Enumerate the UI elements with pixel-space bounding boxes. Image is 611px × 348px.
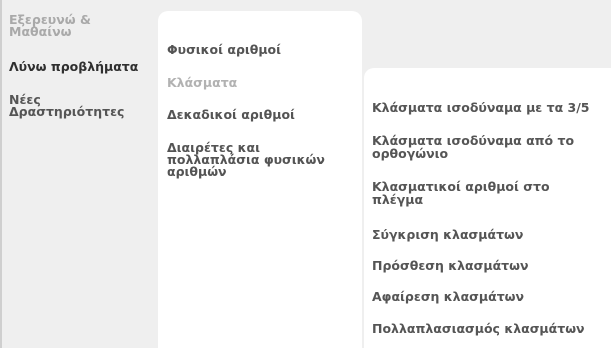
topic-decimal-numbers[interactable]: Δεκαδικοί αριθμοί [167,108,357,121]
activity-subtract-fractions[interactable]: Αφαίρεση κλασμάτων [372,290,608,303]
activity-compare-fractions[interactable]: Σύγκριση κλασμάτων [372,228,608,241]
main-nav: Εξερευνώ & Μαθαίνω Λύνω προβλήματα Νέες … [0,0,165,348]
activity-multiply-fractions[interactable]: Πολλαπλασιασμός κλασμάτων [372,322,608,335]
activity-equivalent-3-5[interactable]: Κλάσματα ισοδύναμα με τα 3/5 [372,101,608,114]
activities-panel: Κλάσματα ισοδύναμα με τα 3/5 Κλάσματα ισ… [364,68,611,348]
topic-natural-numbers[interactable]: Φυσικοί αριθμοί [167,43,357,56]
topic-divisors-multiples[interactable]: Διαιρέτες και πολλαπλάσια φυσικών αριθμώ… [167,141,347,178]
activity-fractions-grid[interactable]: Κλασματικοί αριθμοί στο πλέγμα [372,180,587,206]
nav-item-solve-problems[interactable]: Λύνω προβλήματα [9,60,159,73]
nav-item-new-activities[interactable]: Νέες Δραστηριότητες [9,93,159,118]
activity-equivalent-rectangle[interactable]: Κλάσματα ισοδύναμα από το ορθογώνιο [372,134,587,160]
nav-item-explore-learn[interactable]: Εξερευνώ & Μαθαίνω [9,13,159,38]
topic-fractions[interactable]: Κλάσματα [167,76,357,89]
topics-panel: Φυσικοί αριθμοί Κλάσματα Δεκαδικοί αριθμ… [158,11,362,348]
activity-add-fractions[interactable]: Πρόσθεση κλασμάτων [372,259,608,272]
